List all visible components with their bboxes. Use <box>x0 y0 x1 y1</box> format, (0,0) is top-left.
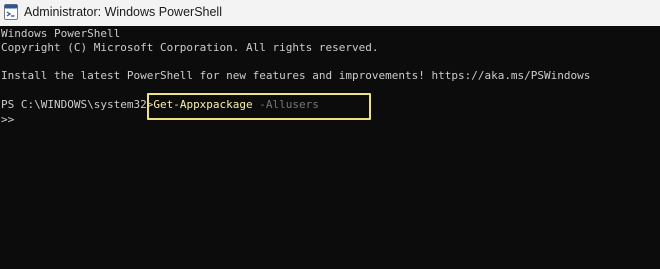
powershell-icon <box>4 4 18 20</box>
continuation-prompt: >> <box>1 113 15 126</box>
copyright-line: Copyright (C) Microsoft Corporation. All… <box>1 41 379 54</box>
prompt: PS C:\WINDOWS\system32> <box>1 98 154 111</box>
title-bar[interactable]: Administrator: Windows PowerShell <box>0 0 660 26</box>
powershell-window: Administrator: Windows PowerShell Window… <box>0 0 660 269</box>
command-highlight-box <box>147 93 371 120</box>
console-output[interactable]: Windows PowerShell Copyright (C) Microso… <box>0 26 660 269</box>
window-title: Administrator: Windows PowerShell <box>24 5 222 19</box>
install-notice-line: Install the latest PowerShell for new fe… <box>1 69 591 82</box>
